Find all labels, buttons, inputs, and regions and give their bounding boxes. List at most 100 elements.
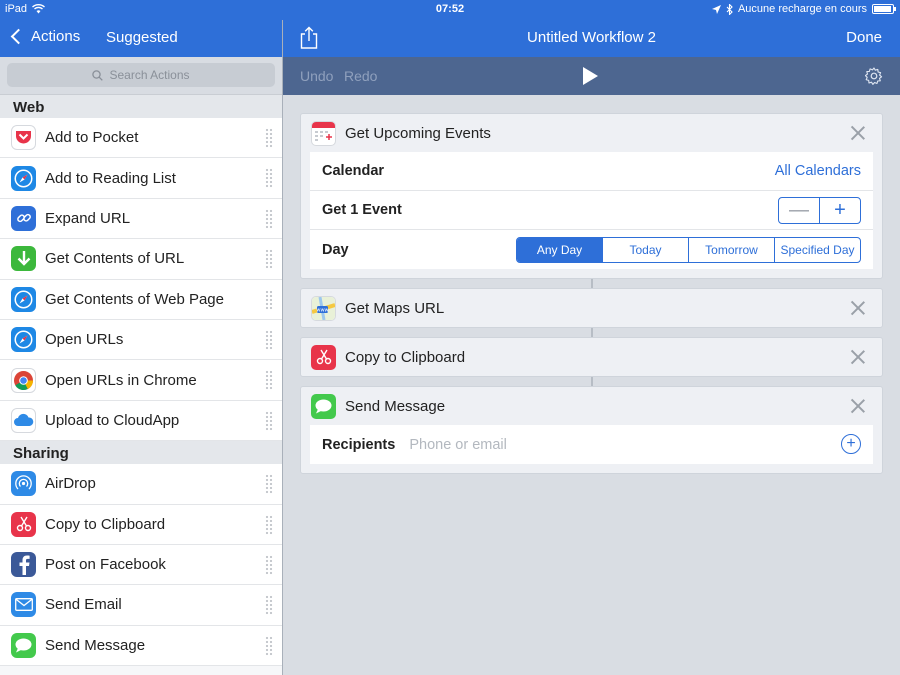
segment-specified-day[interactable]: Specified Day [775, 238, 860, 262]
close-icon[interactable] [851, 350, 865, 364]
day-parameter: Day Any Day Today Tomorrow Specified Day [310, 230, 873, 269]
sidebar-item-label: Get Contents of Web Page [45, 290, 224, 308]
card-header: Send Message [301, 387, 882, 425]
location-icon [711, 4, 721, 14]
svg-text:www: www [316, 307, 328, 313]
airdrop-icon [11, 471, 36, 497]
mail-icon [11, 592, 36, 618]
card-title: Copy to Clipboard [345, 348, 466, 366]
sidebar-item-airdrop[interactable]: AirDrop [0, 464, 282, 505]
sidebar-item-label: Add to Pocket [45, 129, 139, 147]
battery-icon [872, 4, 896, 14]
play-icon[interactable] [583, 67, 598, 85]
card-parameters: Calendar All Calendars Get 1 Event — + D… [310, 152, 873, 269]
event-count-parameter: Get 1 Event — + [310, 191, 873, 230]
undo-button[interactable]: Undo [300, 68, 333, 84]
close-icon[interactable] [851, 301, 865, 315]
calendar-picker[interactable]: All Calendars [775, 163, 861, 179]
search-input[interactable]: Search Actions [7, 63, 275, 87]
back-button[interactable]: Actions [10, 28, 80, 45]
sidebar-title: Suggested [106, 29, 178, 46]
safari-icon [11, 165, 36, 191]
close-icon[interactable] [851, 126, 865, 140]
decrement-button[interactable]: — [779, 198, 820, 223]
sidebar-item-label: Open URLs in Chrome [45, 371, 197, 389]
editor-nav-bar: Untitled Workflow 2 Done [283, 20, 900, 57]
add-recipient-icon[interactable]: + [841, 434, 861, 454]
event-count-label: Get 1 Event [322, 202, 402, 218]
drag-handle-icon[interactable] [265, 554, 273, 575]
sidebar-item-copy-to-clipboard[interactable]: Copy to Clipboard [0, 504, 282, 545]
search-placeholder: Search Actions [109, 68, 190, 82]
connector-line [591, 327, 593, 337]
sidebar-item-label: Copy to Clipboard [45, 515, 166, 533]
action-card-get-upcoming-events[interactable]: Get Upcoming Events Calendar All Calenda… [300, 113, 883, 279]
action-sidebar: Actions Suggested Search Actions Web Add … [0, 20, 282, 675]
increment-button[interactable]: + [820, 198, 860, 223]
link-icon [11, 205, 36, 231]
segment-today[interactable]: Today [603, 238, 689, 262]
calendar-parameter: Calendar All Calendars [310, 152, 873, 191]
sidebar-item-send-email[interactable]: Send Email [0, 585, 282, 626]
sidebar-item-label: Open URLs [45, 331, 124, 349]
status-bar: iPad 07:52 Aucune recharge en cours [0, 0, 900, 20]
sidebar-item-label: Send Email [45, 596, 122, 614]
drag-handle-icon[interactable] [265, 128, 273, 148]
drag-handle-icon[interactable] [265, 168, 273, 189]
workflow-editor: Untitled Workflow 2 Done Undo Redo Get U… [282, 20, 900, 675]
drag-handle-icon[interactable] [265, 635, 273, 656]
redo-button[interactable]: Redo [344, 68, 377, 84]
facebook-icon [11, 552, 36, 578]
sidebar-item-open-urls[interactable]: Open URLs [0, 319, 282, 361]
action-card-get-maps-url[interactable]: www Get Maps URL [300, 288, 883, 328]
sidebar-item-upload-to-cloudapp[interactable]: Upload to CloudApp [0, 400, 282, 442]
message-icon [311, 393, 336, 419]
sidebar-nav-bar: Actions Suggested [0, 20, 282, 57]
sidebar-item-send-message[interactable]: Send Message [0, 625, 282, 667]
message-icon [11, 632, 36, 658]
sidebar-item-label: Upload to CloudApp [45, 411, 180, 429]
sidebar-item-open-urls-in-chrome[interactable]: Open URLs in Chrome [0, 360, 282, 401]
segment-any-day[interactable]: Any Day [517, 238, 603, 262]
card-header: www Get Maps URL [301, 289, 882, 327]
sidebar-item-label: Add to Reading List [45, 169, 176, 187]
sidebar-item-label: Send Message [45, 636, 146, 654]
sidebar-item-label: AirDrop [45, 475, 96, 493]
maps-icon: www [311, 295, 336, 321]
done-button[interactable]: Done [846, 29, 882, 46]
bluetooth-icon [726, 3, 733, 15]
drag-handle-icon[interactable] [265, 208, 273, 229]
gear-icon[interactable] [865, 67, 883, 85]
connector-line [591, 376, 593, 386]
drag-handle-icon[interactable] [265, 370, 273, 391]
sidebar-item-get-contents-of-url[interactable]: Get Contents of URL [0, 239, 282, 280]
drag-handle-icon[interactable] [265, 410, 273, 431]
drag-handle-icon[interactable] [265, 289, 273, 310]
sidebar-item-label: Post on Facebook [45, 556, 166, 574]
action-card-copy-to-clipboard[interactable]: Copy to Clipboard [300, 337, 883, 377]
segment-tomorrow[interactable]: Tomorrow [689, 238, 775, 262]
drag-handle-icon[interactable] [265, 474, 273, 495]
drag-handle-icon[interactable] [265, 329, 273, 350]
close-icon[interactable] [851, 399, 865, 413]
action-card-send-message[interactable]: Send Message Recipients Phone or email + [300, 386, 883, 474]
sidebar-item-post-on-facebook[interactable]: Post on Facebook [0, 544, 282, 586]
drag-handle-icon[interactable] [265, 595, 273, 616]
editor-toolbar: Undo Redo [283, 57, 900, 95]
sidebar-item-add-to-pocket[interactable]: Add to Pocket [0, 118, 282, 159]
sidebar-item-get-contents-of-web-page[interactable]: Get Contents of Web Page [0, 279, 282, 320]
search-icon [92, 69, 104, 81]
drag-handle-icon[interactable] [265, 249, 273, 270]
day-segmented-control: Any Day Today Tomorrow Specified Day [516, 237, 861, 263]
calendar-icon [311, 120, 336, 146]
card-header: Copy to Clipboard [301, 338, 882, 376]
sidebar-item-add-to-reading-list[interactable]: Add to Reading List [0, 158, 282, 199]
drag-handle-icon[interactable] [265, 514, 273, 535]
card-parameters: Recipients Phone or email + [310, 425, 873, 464]
back-button-label: Actions [31, 28, 81, 45]
recipients-input[interactable]: Phone or email [409, 437, 507, 453]
sidebar-item-label: Get Contents of URL [45, 250, 185, 268]
scissors-icon [11, 511, 36, 537]
sidebar-item-expand-url[interactable]: Expand URL [0, 198, 282, 240]
connector-line [591, 278, 593, 288]
